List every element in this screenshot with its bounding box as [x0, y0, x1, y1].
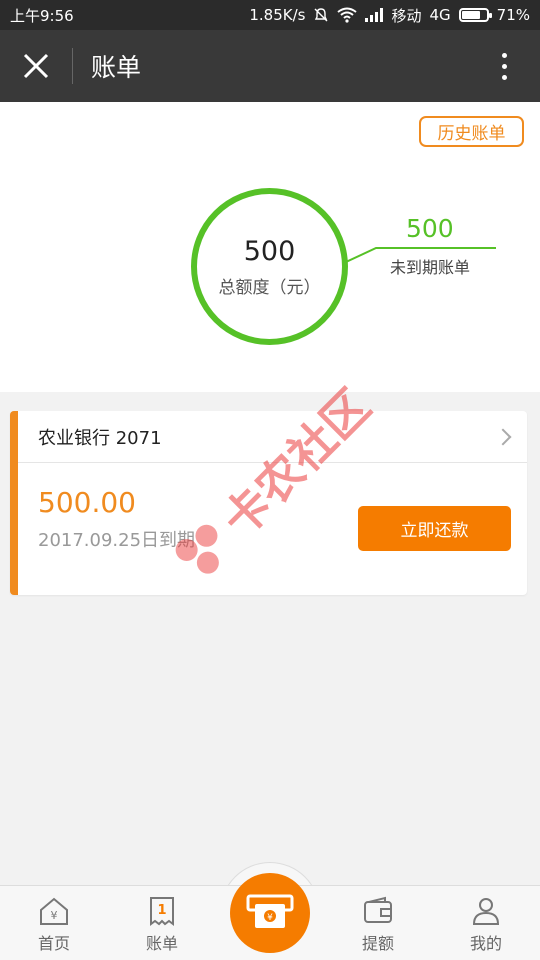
network-speed: 1.85K/s	[249, 6, 306, 24]
unmatured-bill-value: 500	[406, 214, 454, 243]
title-bar: 账单	[0, 30, 540, 102]
signal-icon	[365, 8, 384, 22]
nav-label-bill: 账单	[145, 934, 178, 953]
bill-summary: 历史账单 500 总额度（元） 500 未到期账单	[0, 102, 540, 392]
bank-name: 农业银行 2071	[38, 427, 162, 449]
mute-bell-icon	[314, 8, 328, 22]
total-credit-label: 总额度（元）	[218, 277, 321, 298]
close-button[interactable]	[0, 30, 72, 102]
total-credit-value: 500	[243, 235, 296, 267]
unmatured-bill-label: 未到期账单	[390, 258, 471, 277]
svg-text:¥: ¥	[267, 913, 273, 923]
wallet-icon	[364, 896, 392, 923]
svg-text:¥: ¥	[51, 909, 58, 922]
battery-icon	[458, 8, 492, 22]
history-bills-button[interactable]: 历史账单	[419, 116, 524, 147]
status-bar: 上午9:56 1.85K/s 移动 4G 71%	[0, 0, 540, 30]
close-icon	[23, 53, 49, 79]
bill-amount: 500.00	[38, 486, 136, 519]
page-title: 账单	[91, 53, 142, 82]
bill-card: 农业银行 2071 500.00 2017.09.25日到期 立即还款	[10, 411, 527, 595]
repay-now-button[interactable]: 立即还款	[358, 506, 511, 551]
battery-percent: 71%	[496, 6, 530, 24]
nav-item-bill[interactable]: 1 账单	[122, 894, 202, 954]
nav-label-mine: 我的	[469, 934, 502, 953]
more-button[interactable]	[486, 48, 522, 84]
status-indicators: 1.85K/s 移动 4G 71%	[249, 5, 530, 26]
user-icon	[472, 898, 500, 925]
carrier-name: 移动	[391, 6, 422, 25]
bill-due-date: 2017.09.25日到期	[38, 530, 196, 551]
total-credit-ring: 500 总额度（元）	[191, 188, 348, 345]
title-divider	[72, 48, 73, 84]
bill-icon: 1	[150, 897, 174, 926]
nav-center-cash-button[interactable]: ¥	[230, 873, 310, 953]
more-vert-icon	[501, 52, 507, 58]
chevron-right-icon	[494, 428, 512, 445]
bill-card-header[interactable]: 农业银行 2071	[18, 411, 527, 463]
nav-label-home: 首页	[37, 934, 70, 953]
svg-text:1: 1	[157, 903, 166, 918]
network-type: 4G	[429, 6, 451, 24]
nav-label-raise-limit: 提额	[361, 934, 394, 953]
status-time: 上午9:56	[10, 6, 74, 25]
nav-item-home[interactable]: ¥ 首页	[14, 894, 94, 954]
cash-icon: ¥	[246, 894, 294, 928]
nav-item-raise-limit[interactable]: 提额	[338, 894, 418, 954]
wifi-icon	[337, 7, 358, 23]
nav-item-mine[interactable]: 我的	[446, 894, 526, 954]
home-icon: ¥	[40, 897, 68, 925]
